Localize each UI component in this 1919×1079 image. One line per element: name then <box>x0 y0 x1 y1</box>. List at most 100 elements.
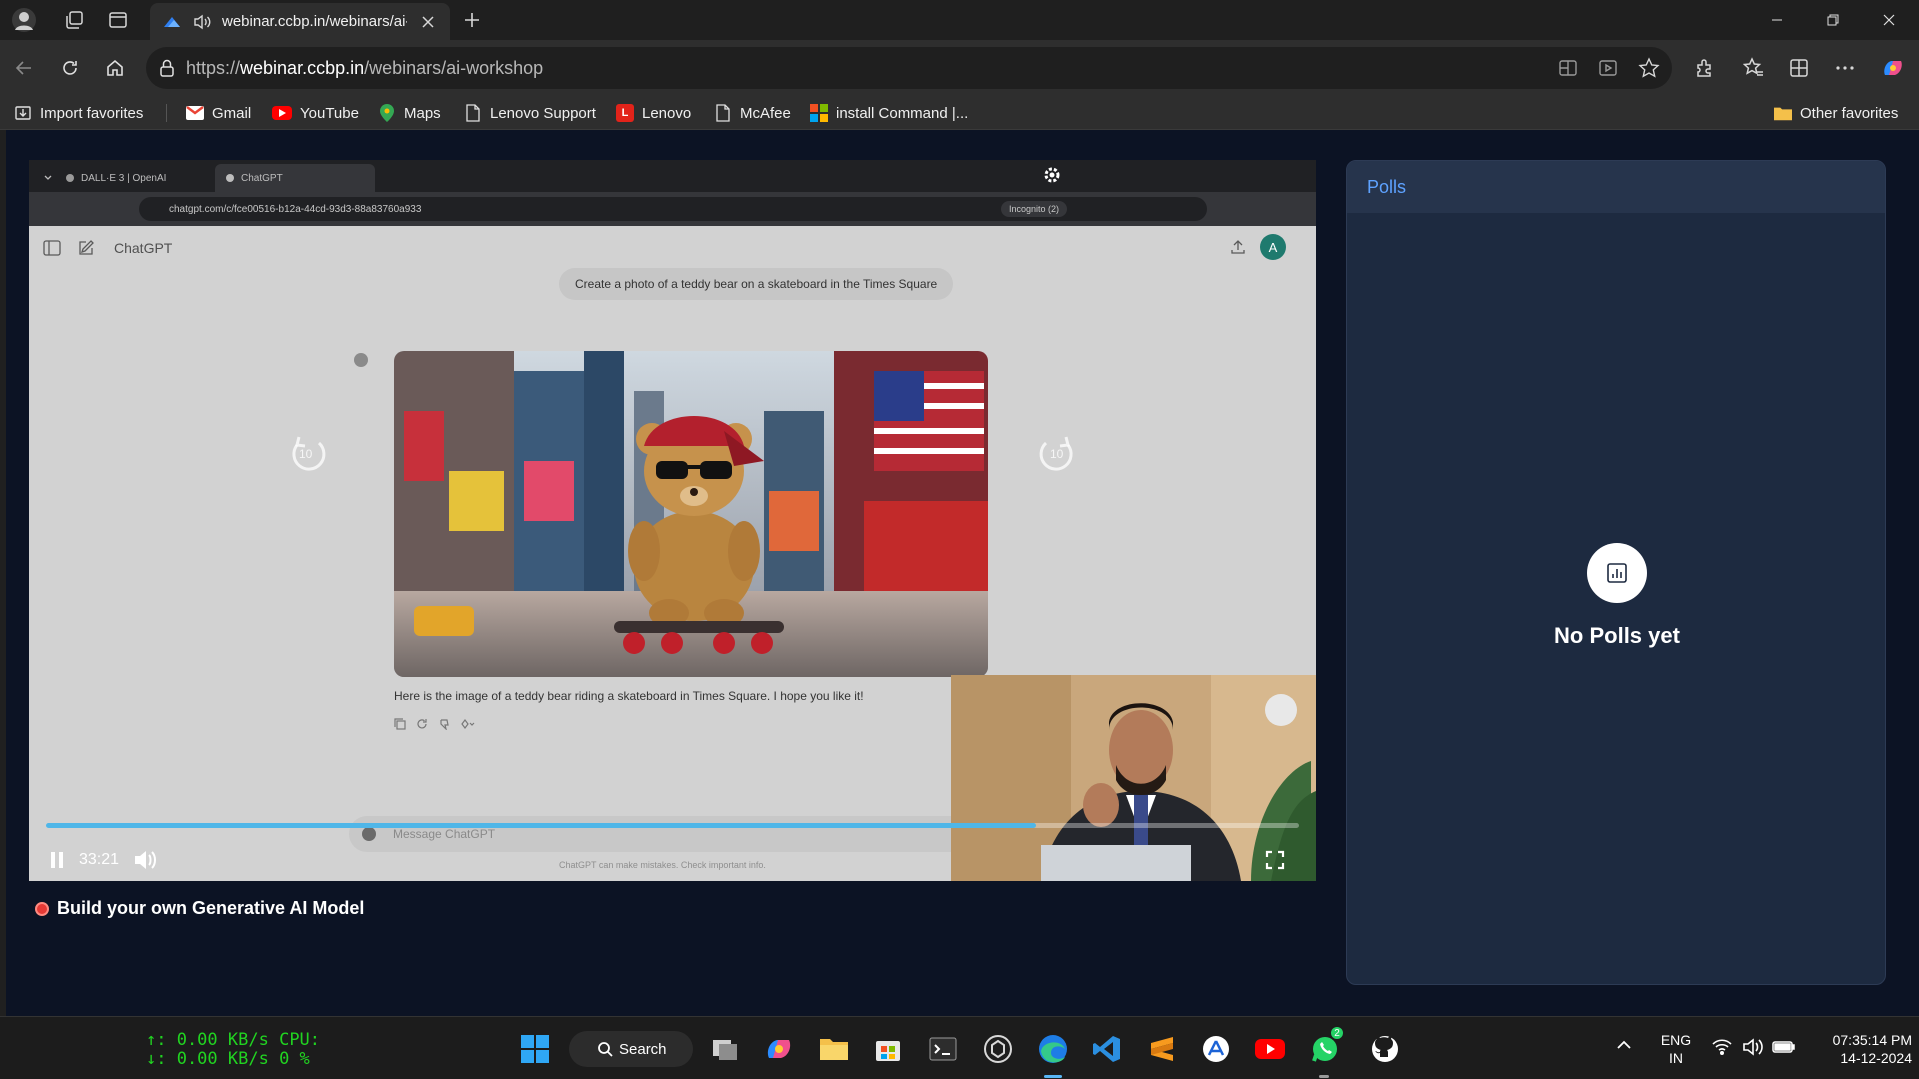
tab-title: webinar.ccbp.in/webinars/ai-workshop <box>222 13 407 30</box>
pause-icon[interactable] <box>49 851 65 869</box>
webinar-title: Build your own Generative AI Model <box>35 898 364 919</box>
audio-playing-icon[interactable] <box>192 13 212 31</box>
speaker-icon[interactable] <box>1742 1038 1764 1056</box>
vscode-icon[interactable] <box>1089 1031 1125 1067</box>
bookmark-other-favorites[interactable]: Other favorites <box>1774 102 1898 124</box>
bookmark-lenovo-support[interactable]: Lenovo Support <box>464 102 596 124</box>
wifi-icon[interactable] <box>1712 1039 1732 1055</box>
browser-toolbar: https://webinar.ccbp.in/webinars/ai-work… <box>0 40 1919 96</box>
app-store-icon[interactable] <box>1198 1031 1234 1067</box>
polls-header: Polls <box>1347 161 1885 213</box>
generated-teddy-bear-image <box>394 351 988 677</box>
url-host: webinar.ccbp.in <box>240 57 365 78</box>
start-windows-icon[interactable] <box>517 1031 553 1067</box>
message-actions <box>394 718 476 730</box>
lenovo-icon: L <box>616 104 634 122</box>
favorite-star-icon[interactable] <box>1638 57 1660 79</box>
terminal-icon[interactable] <box>925 1031 961 1067</box>
gmail-icon <box>186 104 204 122</box>
seek-progress <box>46 823 1036 828</box>
whatsapp-badge: 2 <box>1329 1025 1345 1041</box>
tab-list-icon <box>33 164 53 192</box>
playback-controls: 33:21 <box>49 845 157 875</box>
whatsapp-icon[interactable]: 2 <box>1307 1025 1345 1067</box>
windows-taskbar: ↑: 0.00 KB/s CPU: ↓: 0.00 KB/s 0 % Searc… <box>0 1016 1919 1079</box>
polls-panel: Polls No Polls yet <box>1346 160 1886 985</box>
video-player[interactable]: DALL·E 3 | OpenAI ChatGPT chatgpt.com/c/… <box>29 160 1316 881</box>
user-avatar: A <box>1260 234 1286 260</box>
chatgpt-app-icon[interactable] <box>980 1031 1016 1067</box>
assistant-reply: Here is the image of a teddy bear riding… <box>394 689 864 703</box>
rewind-seconds: 10 <box>299 447 313 461</box>
bookmark-youtube[interactable]: YouTube <box>272 102 359 124</box>
minimize-icon[interactable] <box>1749 0 1805 40</box>
profile-avatar-icon[interactable] <box>10 6 38 34</box>
presenter-webcam <box>951 675 1316 881</box>
maps-icon <box>378 104 396 122</box>
copilot-icon[interactable] <box>1877 52 1909 84</box>
show-hidden-icons-icon[interactable] <box>1616 1039 1632 1051</box>
playback-time: 33:21 <box>79 851 120 868</box>
bookmark-label: Import favorites <box>40 104 144 122</box>
clock[interactable]: 07:35:14 PM 14-12-2024 <box>1802 1031 1912 1067</box>
favorites-bar: Import favorites Gmail YouTube Maps Leno… <box>0 96 1919 130</box>
bookmark-label: Gmail <box>212 104 252 122</box>
back-icon[interactable] <box>8 52 40 84</box>
workspaces-icon[interactable] <box>60 6 88 34</box>
home-icon[interactable] <box>99 52 131 84</box>
shared-tab-dalle: DALL·E 3 | OpenAI <box>55 164 215 192</box>
bookmark-maps[interactable]: Maps <box>378 102 441 124</box>
seek-bar[interactable] <box>46 823 1299 828</box>
sublime-text-icon[interactable] <box>1144 1031 1180 1067</box>
page-icon <box>464 104 482 122</box>
input-language[interactable]: ENG IN <box>1656 1031 1696 1067</box>
volume-icon[interactable] <box>133 849 157 871</box>
immersive-reader-icon[interactable] <box>1598 58 1618 78</box>
ccbp-favicon-icon <box>162 13 182 31</box>
fullscreen-icon[interactable] <box>1265 850 1285 870</box>
bookmark-import-favorites[interactable]: Import favorites <box>14 102 143 124</box>
forward-10-icon[interactable]: 10 <box>1034 431 1080 477</box>
more-options-icon[interactable] <box>1829 52 1861 84</box>
network-meter: ↑: 0.00 KB/s CPU: ↓: 0.00 KB/s 0 % <box>146 1030 321 1069</box>
settings-gear-icon[interactable] <box>1043 166 1061 184</box>
forward-seconds: 10 <box>1050 447 1064 461</box>
lock-icon[interactable] <box>158 58 176 78</box>
shared-browser-tabs: DALL·E 3 | OpenAI ChatGPT <box>29 160 1316 192</box>
split-screen-icon[interactable] <box>1558 58 1578 78</box>
import-icon <box>14 104 32 122</box>
copilot-taskbar-icon[interactable] <box>761 1031 797 1067</box>
bookmark-gmail[interactable]: Gmail <box>186 102 251 124</box>
sidebar-toggle-icon <box>43 240 61 256</box>
favorites-icon[interactable] <box>1738 52 1770 84</box>
microsoft-store-icon[interactable] <box>870 1031 906 1067</box>
bookmark-label: install Command |... <box>836 104 969 122</box>
bookmark-label: Lenovo <box>642 104 692 122</box>
taskbar-search[interactable]: Search <box>569 1031 693 1067</box>
file-explorer-icon[interactable] <box>816 1031 852 1067</box>
extensions-icon[interactable] <box>1688 52 1720 84</box>
polls-empty-state: No Polls yet <box>1347 543 1885 649</box>
youtube-app-icon[interactable] <box>1252 1031 1288 1067</box>
task-view-icon[interactable] <box>707 1031 743 1067</box>
close-tab-icon[interactable] <box>421 15 435 29</box>
rewind-10-icon[interactable]: 10 <box>285 431 331 477</box>
tab-webinar[interactable]: webinar.ccbp.in/webinars/ai-workshop <box>150 3 450 40</box>
shared-address-row: chatgpt.com/c/fce00516-b12a-44cd-93d3-88… <box>29 192 1316 226</box>
bookmark-install-command[interactable]: install Command |... <box>810 102 968 124</box>
restore-icon[interactable] <box>1805 0 1861 40</box>
message-input: Message ChatGPT <box>349 816 989 852</box>
battery-icon[interactable] <box>1772 1039 1796 1055</box>
bookmark-lenovo[interactable]: L Lenovo <box>616 102 691 124</box>
running-app-indicator <box>1319 1075 1329 1078</box>
close-window-icon[interactable] <box>1861 0 1917 40</box>
assistant-logo-icon <box>354 353 368 367</box>
address-bar[interactable]: https://webinar.ccbp.in/webinars/ai-work… <box>146 47 1672 89</box>
edge-browser-icon[interactable] <box>1035 1031 1071 1067</box>
collections-icon[interactable] <box>1783 52 1815 84</box>
github-icon[interactable] <box>1367 1031 1403 1067</box>
new-tab-icon[interactable] <box>458 6 486 34</box>
refresh-icon[interactable] <box>54 52 86 84</box>
tab-actions-icon[interactable] <box>104 6 132 34</box>
bookmark-mcafee[interactable]: McAfee <box>714 102 791 124</box>
